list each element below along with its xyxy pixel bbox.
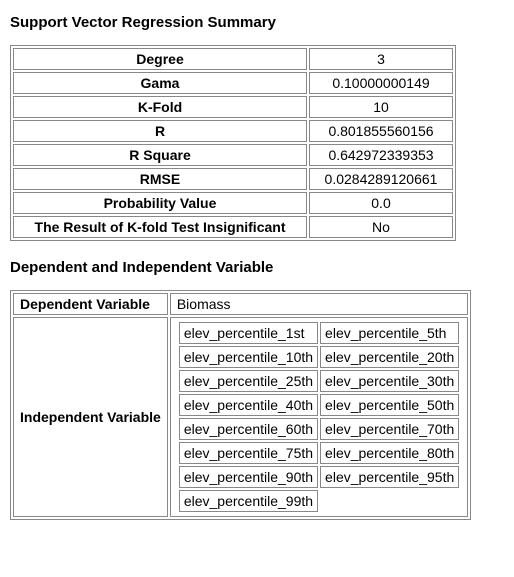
summary-value: No (309, 216, 453, 238)
table-row: The Result of K-fold Test InsignificantN… (13, 216, 453, 238)
variables-table: Dependent Variable Biomass Independent V… (10, 290, 471, 520)
table-row: Dependent Variable Biomass (13, 293, 468, 315)
independent-variable-item: elev_percentile_70th (320, 418, 459, 440)
table-row: Probability Value0.0 (13, 192, 453, 214)
table-row: elev_percentile_99th (179, 490, 459, 512)
table-row: elev_percentile_1stelev_percentile_5th (179, 322, 459, 344)
independent-variable-item: elev_percentile_60th (179, 418, 318, 440)
table-row: R0.801855560156 (13, 120, 453, 142)
independent-variable-item: elev_percentile_50th (320, 394, 459, 416)
svr-summary-table: Degree3Gama0.10000000149K-Fold10R0.80185… (10, 45, 456, 241)
summary-label: Gama (13, 72, 307, 94)
summary-label: Probability Value (13, 192, 307, 214)
independent-variable-item: elev_percentile_80th (320, 442, 459, 464)
variables-title: Dependent and Independent Variable (10, 259, 504, 276)
independent-variable-item: elev_percentile_40th (179, 394, 318, 416)
table-row: elev_percentile_75thelev_percentile_80th (179, 442, 459, 464)
independent-variable-label: Independent Variable (13, 317, 168, 517)
summary-label: K-Fold (13, 96, 307, 118)
summary-label: R (13, 120, 307, 142)
table-row: elev_percentile_90thelev_percentile_95th (179, 466, 459, 488)
table-row: elev_percentile_60thelev_percentile_70th (179, 418, 459, 440)
dependent-variable-label: Dependent Variable (13, 293, 168, 315)
table-row: elev_percentile_40thelev_percentile_50th (179, 394, 459, 416)
table-row: Degree3 (13, 48, 453, 70)
summary-label: The Result of K-fold Test Insignificant (13, 216, 307, 238)
summary-value: 0.0284289120661 (309, 168, 453, 190)
summary-value: 10 (309, 96, 453, 118)
summary-value: 0.0 (309, 192, 453, 214)
independent-variable-item: elev_percentile_20th (320, 346, 459, 368)
table-row: elev_percentile_25thelev_percentile_30th (179, 370, 459, 392)
table-row: Independent Variable elev_percentile_1st… (13, 317, 468, 517)
independent-variable-item: elev_percentile_25th (179, 370, 318, 392)
summary-label: RMSE (13, 168, 307, 190)
svr-summary-title: Support Vector Regression Summary (10, 14, 504, 31)
independent-variable-item: elev_percentile_5th (320, 322, 459, 344)
table-row: K-Fold10 (13, 96, 453, 118)
summary-value: 0.801855560156 (309, 120, 453, 142)
independent-variable-item: elev_percentile_30th (320, 370, 459, 392)
table-row: RMSE0.0284289120661 (13, 168, 453, 190)
independent-variable-item: elev_percentile_95th (320, 466, 459, 488)
summary-value: 3 (309, 48, 453, 70)
summary-value: 0.642972339353 (309, 144, 453, 166)
independent-variable-item: elev_percentile_99th (179, 490, 318, 512)
table-row: Gama0.10000000149 (13, 72, 453, 94)
independent-variable-item: elev_percentile_90th (179, 466, 318, 488)
independent-variable-item: elev_percentile_1st (179, 322, 318, 344)
summary-label: R Square (13, 144, 307, 166)
dependent-variable-value: Biomass (170, 293, 468, 315)
table-row: R Square0.642972339353 (13, 144, 453, 166)
independent-variable-item: elev_percentile_10th (179, 346, 318, 368)
independent-variable-values: elev_percentile_1stelev_percentile_5thel… (170, 317, 468, 517)
summary-value: 0.10000000149 (309, 72, 453, 94)
independent-variable-item: elev_percentile_75th (179, 442, 318, 464)
summary-label: Degree (13, 48, 307, 70)
table-row: elev_percentile_10thelev_percentile_20th (179, 346, 459, 368)
